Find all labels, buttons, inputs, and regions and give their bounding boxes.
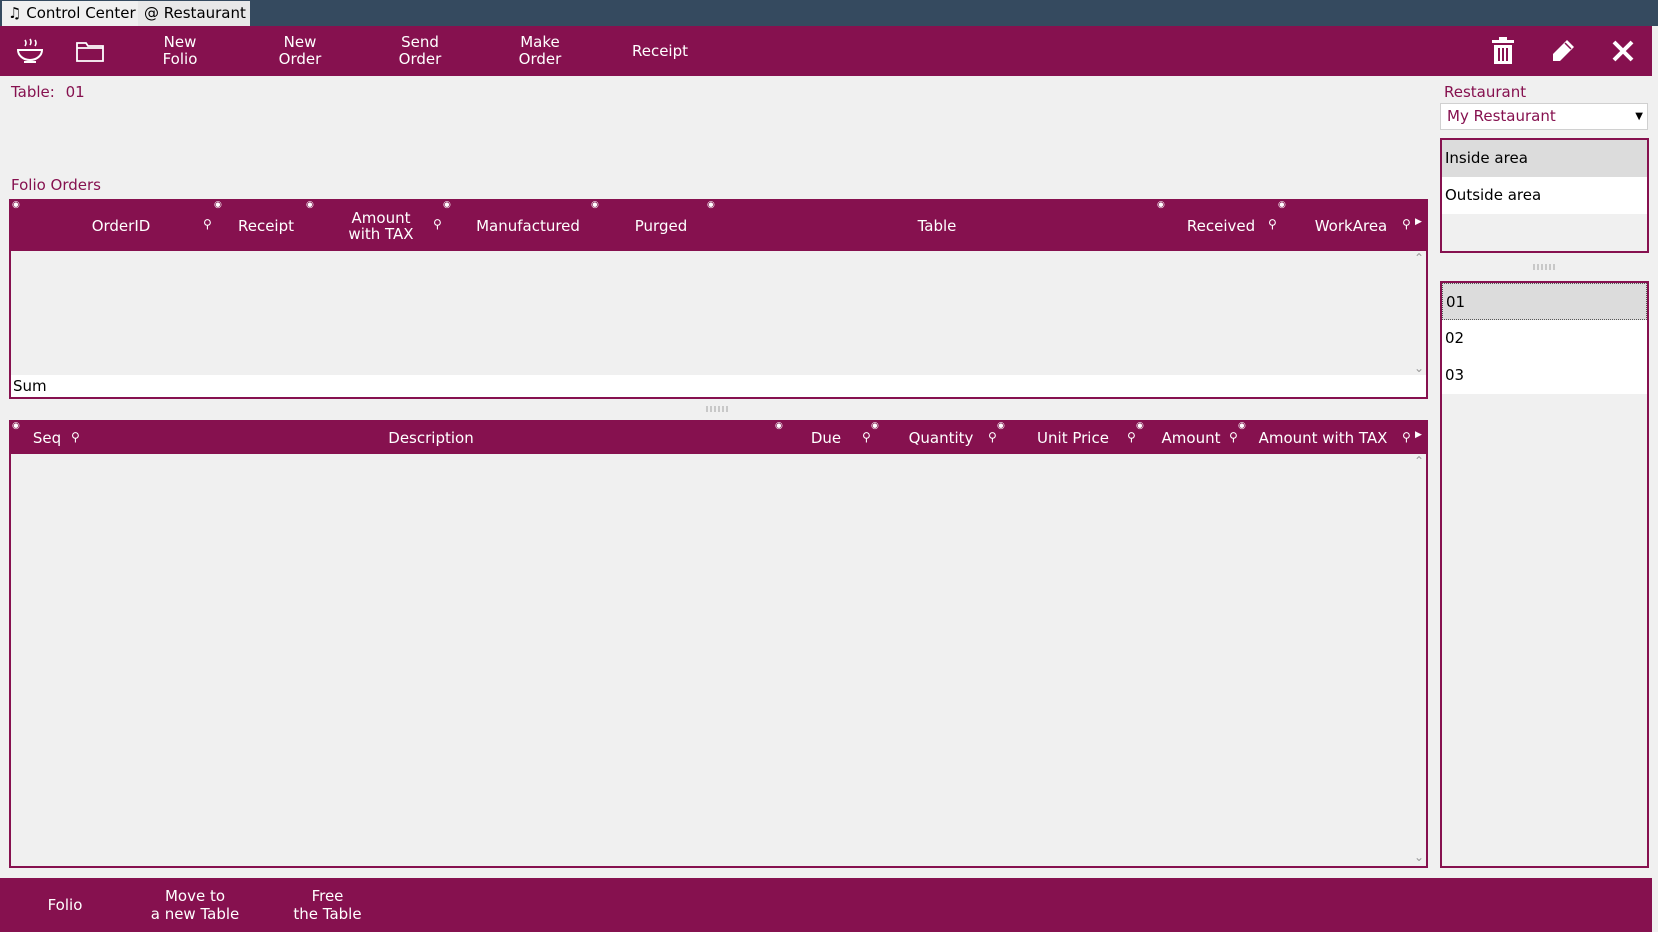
- make-order-button[interactable]: Make Order: [500, 26, 580, 76]
- col-unit-price[interactable]: Unit Price: [1008, 422, 1138, 454]
- close-icon[interactable]: [1608, 36, 1638, 66]
- order-items-grid: ◉ Seq ⚲ Description ◉ Due ⚲ ◉ Quantity ⚲…: [9, 420, 1428, 868]
- bottom-toolbar: Folio Move to a new Table Free the Table: [0, 878, 1652, 932]
- column-resize-pin-icon[interactable]: ◉: [12, 422, 20, 431]
- col-orderid[interactable]: OrderID: [31, 201, 211, 251]
- folio-button[interactable]: Folio: [20, 878, 110, 932]
- col-due[interactable]: Due: [786, 422, 866, 454]
- table-item-01[interactable]: 01: [1442, 283, 1647, 320]
- table-list: 01 02 03: [1440, 281, 1649, 868]
- column-resize-pin-icon[interactable]: ◉: [591, 201, 599, 210]
- filter-search-icon[interactable]: ⚲: [1229, 430, 1238, 444]
- bowl-icon[interactable]: [15, 36, 45, 66]
- filter-search-icon[interactable]: ⚲: [1268, 217, 1277, 231]
- column-resize-pin-icon[interactable]: ◉: [775, 422, 783, 431]
- tab-control-center[interactable]: ♫ Control Center: [2, 1, 138, 26]
- scroll-down-icon[interactable]: ⌄: [1414, 850, 1424, 864]
- new-order-button[interactable]: New Order: [260, 26, 340, 76]
- receipt-button[interactable]: Receipt: [620, 26, 700, 76]
- col-description[interactable]: Description: [91, 422, 771, 454]
- restaurant-select[interactable]: My Restaurant ▼: [1440, 103, 1648, 130]
- pencil-icon[interactable]: [1548, 36, 1578, 66]
- area-item-outside[interactable]: Outside area: [1442, 177, 1647, 214]
- folio-orders-grid: ◉ OrderID ⚲ ◉ Receipt ◉ Amount with TAX …: [9, 199, 1428, 399]
- col-workarea[interactable]: WorkArea: [1286, 201, 1416, 251]
- main-toolbar: New Folio New Order Send Order Make Orde…: [0, 26, 1652, 76]
- column-resize-pin-icon[interactable]: ◉: [707, 201, 715, 210]
- column-resize-pin-icon[interactable]: ◉: [1278, 201, 1286, 210]
- column-resize-pin-icon[interactable]: ◉: [12, 201, 20, 210]
- filter-search-icon[interactable]: ⚲: [71, 430, 80, 444]
- col-amount-with-tax[interactable]: Amount with TAX: [1248, 422, 1398, 454]
- restaurant-select-value: My Restaurant: [1447, 107, 1556, 125]
- window-tab-bar: ♫ Control Center @ Restaurant: [0, 0, 1658, 26]
- filter-search-icon[interactable]: ⚲: [1127, 430, 1136, 444]
- move-table-button[interactable]: Move to a new Table: [140, 878, 250, 932]
- col-purged[interactable]: Purged: [601, 201, 721, 251]
- col-manufactured[interactable]: Manufactured: [453, 201, 603, 251]
- column-resize-pin-icon[interactable]: ◉: [997, 422, 1005, 431]
- filter-search-icon[interactable]: ⚲: [862, 430, 871, 444]
- table-info-label: Table: 01: [11, 83, 85, 101]
- scroll-right-icon[interactable]: ▶: [1415, 217, 1422, 227]
- table-item-02[interactable]: 02: [1442, 320, 1647, 357]
- folio-orders-title: Folio Orders: [11, 176, 101, 194]
- column-resize-pin-icon[interactable]: ◉: [1157, 201, 1165, 210]
- new-folio-button[interactable]: New Folio: [140, 26, 220, 76]
- column-resize-pin-icon[interactable]: ◉: [1238, 422, 1246, 431]
- scroll-up-icon[interactable]: ⌃: [1414, 454, 1424, 468]
- column-resize-pin-icon[interactable]: ◉: [871, 422, 879, 431]
- folio-orders-header: ◉ OrderID ⚲ ◉ Receipt ◉ Amount with TAX …: [11, 201, 1426, 251]
- col-seq[interactable]: Seq: [27, 422, 67, 454]
- column-resize-pin-icon[interactable]: ◉: [306, 201, 314, 210]
- grid-splitter[interactable]: [706, 406, 730, 412]
- col-amount[interactable]: Amount: [1146, 422, 1236, 454]
- filter-search-icon[interactable]: ⚲: [1402, 217, 1411, 231]
- column-resize-pin-icon[interactable]: ◉: [443, 201, 451, 210]
- scroll-right-icon[interactable]: ▶: [1415, 430, 1422, 440]
- area-item-inside[interactable]: Inside area: [1442, 140, 1647, 177]
- column-resize-pin-icon[interactable]: ◉: [1136, 422, 1144, 431]
- area-list: Inside area Outside area: [1440, 138, 1649, 253]
- col-quantity[interactable]: Quantity: [881, 422, 1001, 454]
- sidebar-splitter[interactable]: [1533, 264, 1555, 270]
- filter-search-icon[interactable]: ⚲: [988, 430, 997, 444]
- trash-icon[interactable]: [1488, 36, 1518, 66]
- table-value: 01: [65, 83, 85, 101]
- scroll-down-icon[interactable]: ⌄: [1414, 361, 1424, 375]
- scroll-up-icon[interactable]: ⌃: [1414, 251, 1424, 265]
- table-item-03[interactable]: 03: [1442, 357, 1647, 394]
- col-received[interactable]: Received: [1166, 201, 1276, 251]
- order-items-header: ◉ Seq ⚲ Description ◉ Due ⚲ ◉ Quantity ⚲…: [11, 422, 1426, 454]
- free-table-button[interactable]: Free the Table: [280, 878, 375, 932]
- sum-row: Sum: [11, 375, 1426, 397]
- chevron-down-icon[interactable]: ▼: [1635, 104, 1643, 129]
- folder-icon[interactable]: [75, 36, 105, 66]
- table-label: Table:: [11, 83, 55, 101]
- send-order-button[interactable]: Send Order: [380, 26, 460, 76]
- restaurant-label: Restaurant: [1444, 83, 1527, 101]
- filter-search-icon[interactable]: ⚲: [203, 217, 212, 231]
- tab-restaurant[interactable]: @ Restaurant: [138, 1, 250, 26]
- col-table[interactable]: Table: [717, 201, 1157, 251]
- filter-search-icon[interactable]: ⚲: [1402, 430, 1411, 444]
- filter-search-icon[interactable]: ⚲: [433, 217, 442, 231]
- col-amount-with-tax[interactable]: Amount with TAX: [316, 201, 446, 251]
- col-receipt[interactable]: Receipt: [221, 201, 311, 251]
